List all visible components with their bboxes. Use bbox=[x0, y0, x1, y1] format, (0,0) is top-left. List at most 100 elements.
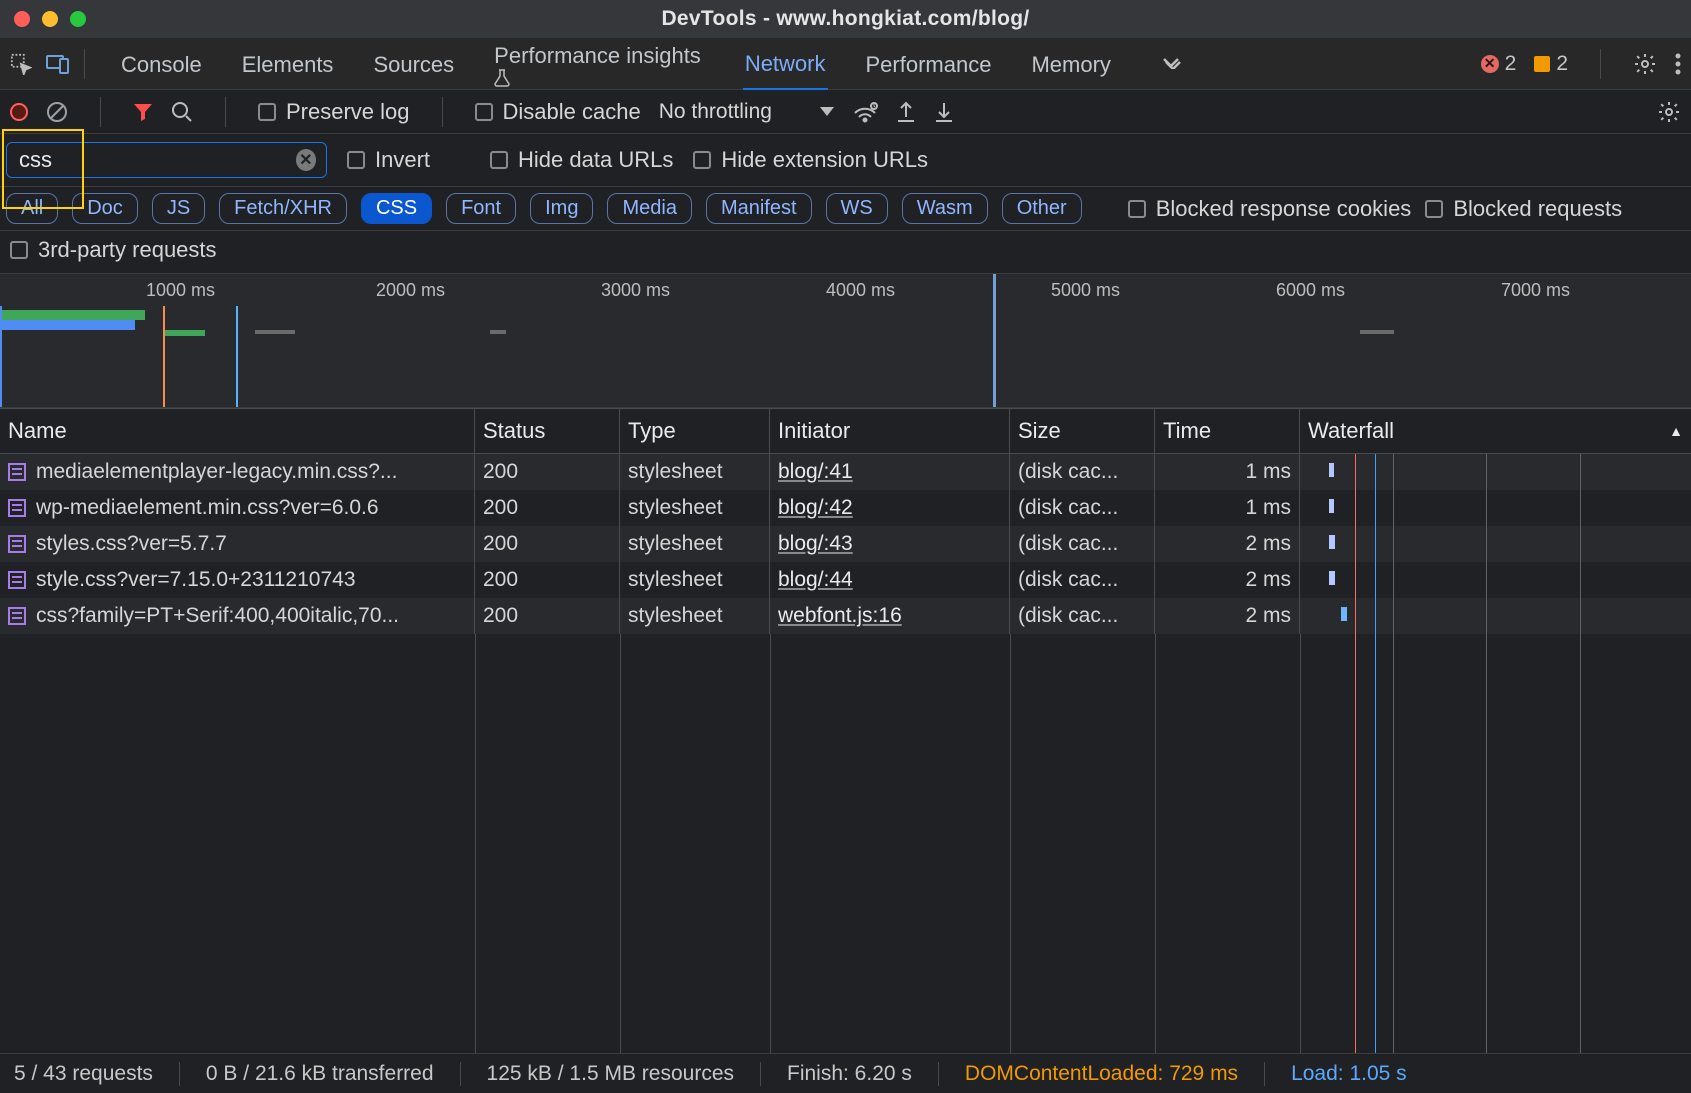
chip-media[interactable]: Media bbox=[607, 193, 691, 224]
invert-checkbox[interactable] bbox=[347, 151, 365, 169]
blocked-requests-label: Blocked requests bbox=[1453, 196, 1622, 222]
kebab-icon[interactable] bbox=[1675, 53, 1681, 75]
request-status: 200 bbox=[475, 598, 620, 634]
warning-icon bbox=[1534, 56, 1550, 72]
col-time[interactable]: Time bbox=[1155, 409, 1300, 453]
overview-bar bbox=[165, 330, 205, 336]
col-type[interactable]: Type bbox=[620, 409, 770, 453]
clear-filter-icon[interactable]: ✕ bbox=[296, 149, 316, 171]
chip-fetchxhr[interactable]: Fetch/XHR bbox=[219, 193, 347, 224]
tab-memory[interactable]: Memory bbox=[1029, 39, 1112, 89]
start-handle[interactable] bbox=[0, 306, 2, 407]
filter-funnel-icon[interactable] bbox=[133, 102, 153, 122]
waterfall-cell bbox=[1300, 526, 1691, 562]
status-requests: 5 / 43 requests bbox=[14, 1062, 153, 1086]
playhead[interactable] bbox=[993, 274, 996, 407]
tab-performance[interactable]: Performance bbox=[864, 39, 994, 89]
col-waterfall[interactable]: Waterfall▲ bbox=[1300, 409, 1691, 453]
search-icon[interactable] bbox=[171, 101, 193, 123]
filter-input[interactable] bbox=[17, 146, 296, 174]
hide-data-urls[interactable]: Hide data URLs bbox=[490, 147, 673, 173]
network-conditions-icon[interactable] bbox=[852, 101, 878, 123]
request-initiator[interactable]: blog/:42 bbox=[778, 496, 853, 519]
request-status: 200 bbox=[475, 526, 620, 562]
grid-body[interactable]: mediaelementplayer-legacy.min.css?... 20… bbox=[0, 454, 1691, 1053]
more-tabs-icon[interactable] bbox=[1159, 56, 1185, 72]
table-row[interactable]: styles.css?ver=5.7.7 200 stylesheet blog… bbox=[0, 526, 1691, 562]
load-waterfall-line bbox=[1375, 634, 1376, 1053]
chip-font[interactable]: Font bbox=[446, 193, 516, 224]
gear-icon[interactable] bbox=[1633, 52, 1657, 76]
preserve-log[interactable]: Preserve log bbox=[258, 99, 410, 125]
hide-ext-urls-checkbox[interactable] bbox=[693, 151, 711, 169]
disable-cache-checkbox[interactable] bbox=[475, 103, 493, 121]
blocked-requests-checkbox[interactable] bbox=[1425, 200, 1443, 218]
blocked-requests[interactable]: Blocked requests bbox=[1425, 196, 1622, 222]
tab-performance-insights[interactable]: Performance insights bbox=[492, 30, 707, 98]
chip-other[interactable]: Other bbox=[1002, 193, 1082, 224]
table-row[interactable]: mediaelementplayer-legacy.min.css?... 20… bbox=[0, 454, 1691, 490]
chip-css[interactable]: CSS bbox=[361, 193, 432, 224]
tab-console[interactable]: Console bbox=[119, 39, 204, 89]
chip-all[interactable]: All bbox=[6, 193, 58, 224]
request-initiator[interactable]: blog/:43 bbox=[778, 532, 853, 555]
table-row[interactable]: css?family=PT+Serif:400,400italic,70... … bbox=[0, 598, 1691, 634]
preserve-log-checkbox[interactable] bbox=[258, 103, 276, 121]
tab-network[interactable]: Network bbox=[743, 38, 828, 90]
warning-count-value: 2 bbox=[1556, 52, 1568, 76]
request-size: (disk cac... bbox=[1010, 526, 1155, 562]
request-name: css?family=PT+Serif:400,400italic,70... bbox=[36, 604, 399, 628]
preserve-log-label: Preserve log bbox=[286, 99, 410, 125]
separator bbox=[1600, 49, 1601, 79]
export-har-icon[interactable] bbox=[896, 101, 916, 123]
col-name[interactable]: Name bbox=[0, 409, 475, 453]
chip-js[interactable]: JS bbox=[152, 193, 205, 224]
disable-cache[interactable]: Disable cache bbox=[475, 99, 641, 125]
warning-count[interactable]: 2 bbox=[1534, 52, 1568, 76]
dcl-waterfall-line bbox=[1355, 634, 1356, 1053]
panel-settings-icon[interactable] bbox=[1657, 100, 1681, 124]
col-waterfall-label: Waterfall bbox=[1308, 418, 1394, 444]
third-party-checkbox[interactable] bbox=[10, 241, 28, 259]
record-button[interactable] bbox=[10, 103, 28, 121]
invert-filter[interactable]: Invert bbox=[347, 147, 430, 173]
request-time: 1 ms bbox=[1155, 490, 1300, 526]
col-status[interactable]: Status bbox=[475, 409, 620, 453]
chip-doc[interactable]: Doc bbox=[72, 193, 138, 224]
invert-label: Invert bbox=[375, 147, 430, 173]
tab-sources[interactable]: Sources bbox=[371, 39, 456, 89]
overview-bar bbox=[490, 330, 506, 334]
hide-data-urls-checkbox[interactable] bbox=[490, 151, 508, 169]
blocked-cookies-checkbox[interactable] bbox=[1128, 200, 1146, 218]
chip-wasm[interactable]: Wasm bbox=[902, 193, 988, 224]
request-type: stylesheet bbox=[620, 562, 770, 598]
disable-cache-label: Disable cache bbox=[503, 99, 641, 125]
device-toggle-icon[interactable] bbox=[46, 53, 70, 75]
request-initiator[interactable]: blog/:44 bbox=[778, 568, 853, 591]
chip-img[interactable]: Img bbox=[530, 193, 593, 224]
clear-icon[interactable] bbox=[46, 101, 68, 123]
import-har-icon[interactable] bbox=[934, 101, 954, 123]
blocked-cookies[interactable]: Blocked response cookies bbox=[1128, 196, 1412, 222]
request-initiator[interactable]: webfont.js:16 bbox=[778, 604, 902, 627]
table-row[interactable]: style.css?ver=7.15.0+2311210743 200 styl… bbox=[0, 562, 1691, 598]
chip-ws[interactable]: WS bbox=[826, 193, 888, 224]
col-initiator[interactable]: Initiator bbox=[770, 409, 1010, 453]
throttling-select[interactable]: No throttling bbox=[659, 100, 834, 124]
col-size[interactable]: Size bbox=[1010, 409, 1155, 453]
timeline-overview[interactable]: 1000 ms 2000 ms 3000 ms 4000 ms 5000 ms … bbox=[0, 274, 1691, 408]
request-time: 1 ms bbox=[1155, 454, 1300, 490]
tab-elements[interactable]: Elements bbox=[240, 39, 336, 89]
window-title: DevTools - www.hongkiat.com/blog/ bbox=[0, 7, 1691, 31]
inspect-icon[interactable] bbox=[10, 53, 32, 75]
error-count[interactable]: ✕ 2 bbox=[1481, 52, 1517, 76]
titlebar: DevTools - www.hongkiat.com/blog/ bbox=[0, 0, 1691, 38]
hide-ext-urls[interactable]: Hide extension URLs bbox=[693, 147, 928, 173]
chip-manifest[interactable]: Manifest bbox=[706, 193, 812, 224]
type-filter-bar: All Doc JS Fetch/XHR CSS Font Img Media … bbox=[0, 187, 1691, 231]
request-status: 200 bbox=[475, 490, 620, 526]
request-initiator[interactable]: blog/:41 bbox=[778, 460, 853, 483]
table-row[interactable]: wp-mediaelement.min.css?ver=6.0.6 200 st… bbox=[0, 490, 1691, 526]
status-resources: 125 kB / 1.5 MB resources bbox=[487, 1062, 734, 1086]
filter-input-wrapper[interactable]: ✕ bbox=[6, 142, 327, 178]
